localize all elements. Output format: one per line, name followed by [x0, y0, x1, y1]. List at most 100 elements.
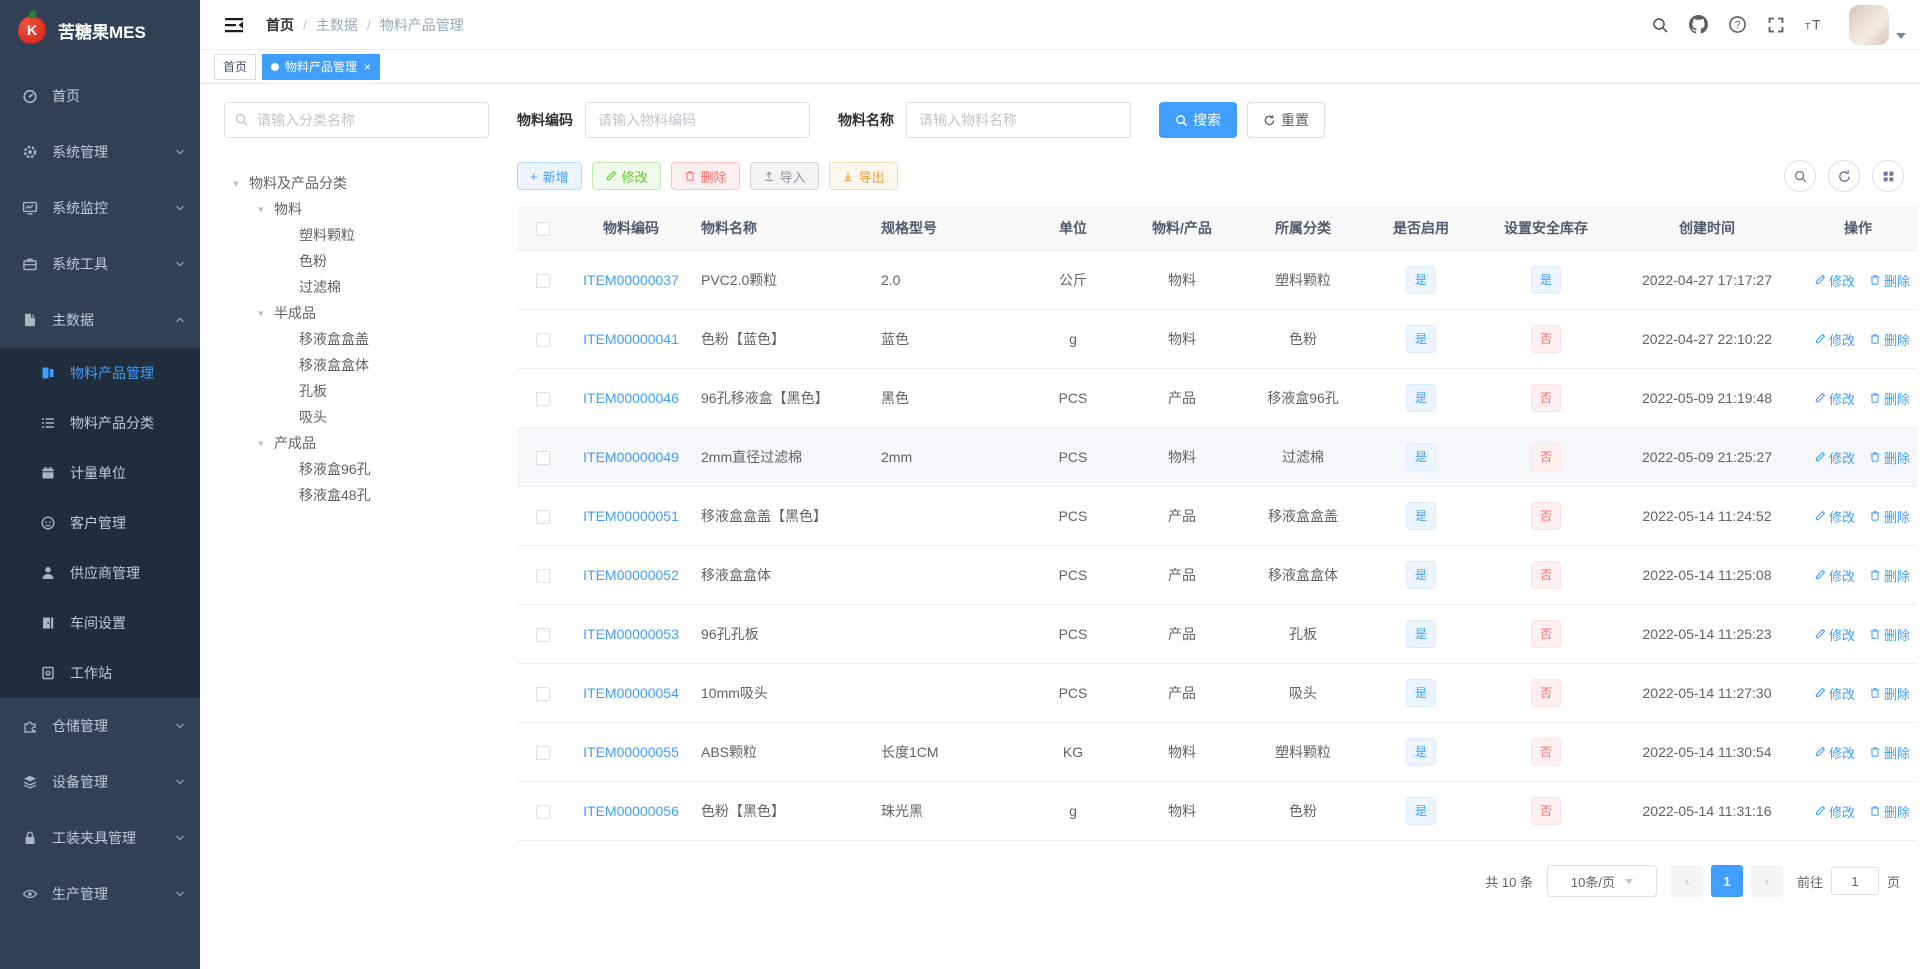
item-code-link[interactable]: ITEM00000046 — [583, 390, 679, 406]
tag-home[interactable]: 首页 — [214, 53, 257, 80]
row-checkbox[interactable] — [536, 687, 550, 702]
item-code-link[interactable]: ITEM00000056 — [583, 803, 679, 819]
tree-node[interactable]: ▾ 物料及产品分类 — [224, 170, 489, 196]
breadcrumb-home[interactable]: 首页 — [266, 15, 294, 35]
row-edit-button[interactable]: 修改 — [1814, 802, 1855, 821]
tree-node[interactable]: ▾ 孔板 — [224, 378, 489, 404]
tree-node[interactable]: ▾ 吸头 — [224, 404, 489, 430]
sidebar-item-material-management[interactable]: 物料产品管理 — [0, 348, 200, 398]
table-row[interactable]: ITEM00000041 色粉【蓝色】 蓝色 g 物料 色粉 是 否 2022-… — [517, 309, 1917, 369]
row-delete-button[interactable]: 删除 — [1869, 625, 1910, 644]
sidebar-item-tools[interactable]: 系统工具 — [0, 236, 200, 292]
item-code-link[interactable]: ITEM00000055 — [583, 744, 679, 760]
tree-node[interactable]: ▾ 色粉 — [224, 248, 489, 274]
sidebar-fold-button[interactable] — [214, 15, 254, 35]
tree-node[interactable]: ▾ 移液盒48孔 — [224, 482, 489, 508]
tree-node[interactable]: ▾ 塑料颗粒 — [224, 222, 489, 248]
row-edit-button[interactable]: 修改 — [1814, 566, 1855, 585]
tree-node[interactable]: ▾ 产成品 — [224, 430, 489, 456]
row-checkbox[interactable] — [536, 628, 550, 643]
table-row[interactable]: ITEM00000054 10mm吸头 PCS 产品 吸头 是 否 2022-0… — [517, 663, 1917, 723]
sidebar-item-supplier[interactable]: 供应商管理 — [0, 548, 200, 598]
item-code-link[interactable]: ITEM00000041 — [583, 331, 679, 347]
goto-page-input[interactable] — [1830, 867, 1879, 895]
breadcrumb-masterdata[interactable]: 主数据 — [316, 15, 358, 35]
row-delete-button[interactable]: 删除 — [1869, 448, 1910, 467]
delete-button[interactable]: 删除 — [670, 162, 740, 190]
row-delete-button[interactable]: 删除 — [1869, 389, 1910, 408]
row-checkbox[interactable] — [536, 569, 550, 584]
refresh-table-button[interactable] — [1828, 160, 1860, 192]
header-search-button[interactable] — [1641, 0, 1679, 50]
tree-node[interactable]: ▾ 移液盒盒盖 — [224, 326, 489, 352]
tree-expand-caret[interactable]: ▾ — [258, 203, 268, 216]
sidebar-item-material-category[interactable]: 物料产品分类 — [0, 398, 200, 448]
row-edit-button[interactable]: 修改 — [1814, 389, 1855, 408]
column-settings-button[interactable] — [1872, 160, 1904, 192]
tag-close-icon[interactable]: × — [364, 61, 371, 73]
sidebar-item-production[interactable]: 生产管理 — [0, 866, 200, 922]
row-edit-button[interactable]: 修改 — [1814, 507, 1855, 526]
name-filter-input[interactable] — [906, 102, 1131, 138]
tree-node[interactable]: ▾ 半成品 — [224, 300, 489, 326]
row-delete-button[interactable]: 删除 — [1869, 802, 1910, 821]
sidebar-item-monitor[interactable]: 系统监控 — [0, 180, 200, 236]
row-edit-button[interactable]: 修改 — [1814, 330, 1855, 349]
row-delete-button[interactable]: 删除 — [1869, 330, 1910, 349]
reset-button[interactable]: 重置 — [1247, 102, 1325, 138]
user-avatar[interactable] — [1849, 4, 1889, 45]
font-size-button[interactable]: TT — [1795, 0, 1835, 50]
row-edit-button[interactable]: 修改 — [1814, 684, 1855, 703]
table-row[interactable]: ITEM00000046 96孔移液盒【黑色】 黑色 PCS 产品 移液盒96孔… — [517, 368, 1917, 428]
tree-expand-caret[interactable]: ▾ — [258, 307, 268, 320]
row-edit-button[interactable]: 修改 — [1814, 271, 1855, 290]
row-checkbox[interactable] — [536, 392, 550, 407]
table-row[interactable]: ITEM00000051 移液盒盒盖【黑色】 PCS 产品 移液盒盒盖 是 否 … — [517, 486, 1917, 546]
tree-expand-caret[interactable]: ▾ — [258, 437, 268, 450]
row-edit-button[interactable]: 修改 — [1814, 743, 1855, 762]
select-all-checkbox[interactable] — [536, 222, 550, 237]
tree-node[interactable]: ▾ 移液盒盒体 — [224, 352, 489, 378]
item-code-link[interactable]: ITEM00000054 — [583, 685, 679, 701]
prev-page-button[interactable]: ‹ — [1670, 865, 1703, 897]
tree-node[interactable]: ▾ 过滤棉 — [224, 274, 489, 300]
next-page-button[interactable]: › — [1750, 865, 1783, 897]
table-row[interactable]: ITEM00000052 移液盒盒体 PCS 产品 移液盒盒体 是 否 2022… — [517, 545, 1917, 605]
row-checkbox[interactable] — [536, 451, 550, 466]
sidebar-item-warehouse[interactable]: 仓储管理 — [0, 698, 200, 754]
code-filter-input[interactable] — [585, 102, 810, 138]
row-delete-button[interactable]: 删除 — [1869, 271, 1910, 290]
row-checkbox[interactable] — [536, 805, 550, 820]
row-edit-button[interactable]: 修改 — [1814, 625, 1855, 644]
row-checkbox[interactable] — [536, 333, 550, 348]
sidebar-item-unit[interactable]: 计量单位 — [0, 448, 200, 498]
item-code-link[interactable]: ITEM00000053 — [583, 626, 679, 642]
category-search-input[interactable] — [224, 102, 489, 138]
add-button[interactable]: + 新增 — [517, 162, 582, 190]
tag-material-management[interactable]: 物料产品管理 × — [262, 53, 381, 80]
item-code-link[interactable]: ITEM00000051 — [583, 508, 679, 524]
table-row[interactable]: ITEM00000055 ABS颗粒 长度1CM KG 物料 塑料颗粒 是 否 … — [517, 722, 1917, 782]
page-size-select[interactable]: 10条/页 — [1546, 865, 1657, 897]
tree-expand-caret[interactable]: ▾ — [233, 177, 243, 190]
sidebar-item-home[interactable]: 首页 — [0, 68, 200, 124]
search-button[interactable]: 搜索 — [1159, 102, 1237, 138]
edit-button[interactable]: 修改 — [591, 162, 661, 190]
github-link-button[interactable] — [1679, 0, 1718, 50]
table-row[interactable]: ITEM00000049 2mm直径过滤棉 2mm PCS 物料 过滤棉 是 否… — [517, 427, 1917, 487]
import-button[interactable]: 导入 — [749, 162, 819, 190]
show-search-toggle-button[interactable] — [1784, 160, 1816, 192]
table-row[interactable]: ITEM00000053 96孔孔板 PCS 产品 孔板 是 否 2022-05… — [517, 604, 1917, 664]
tree-node[interactable]: ▾ 移液盒96孔 — [224, 456, 489, 482]
row-checkbox[interactable] — [536, 746, 550, 761]
sidebar-item-workshop[interactable]: 车间设置 — [0, 598, 200, 648]
fullscreen-button[interactable] — [1757, 0, 1795, 50]
item-code-link[interactable]: ITEM00000052 — [583, 567, 679, 583]
export-button[interactable]: 导出 — [828, 162, 898, 190]
item-code-link[interactable]: ITEM00000049 — [583, 449, 679, 465]
row-edit-button[interactable]: 修改 — [1814, 448, 1855, 467]
row-checkbox[interactable] — [536, 510, 550, 525]
row-delete-button[interactable]: 删除 — [1869, 743, 1910, 762]
sidebar-item-fixture[interactable]: 工装夹具管理 — [0, 810, 200, 866]
sidebar-item-customer[interactable]: 客户管理 — [0, 498, 200, 548]
